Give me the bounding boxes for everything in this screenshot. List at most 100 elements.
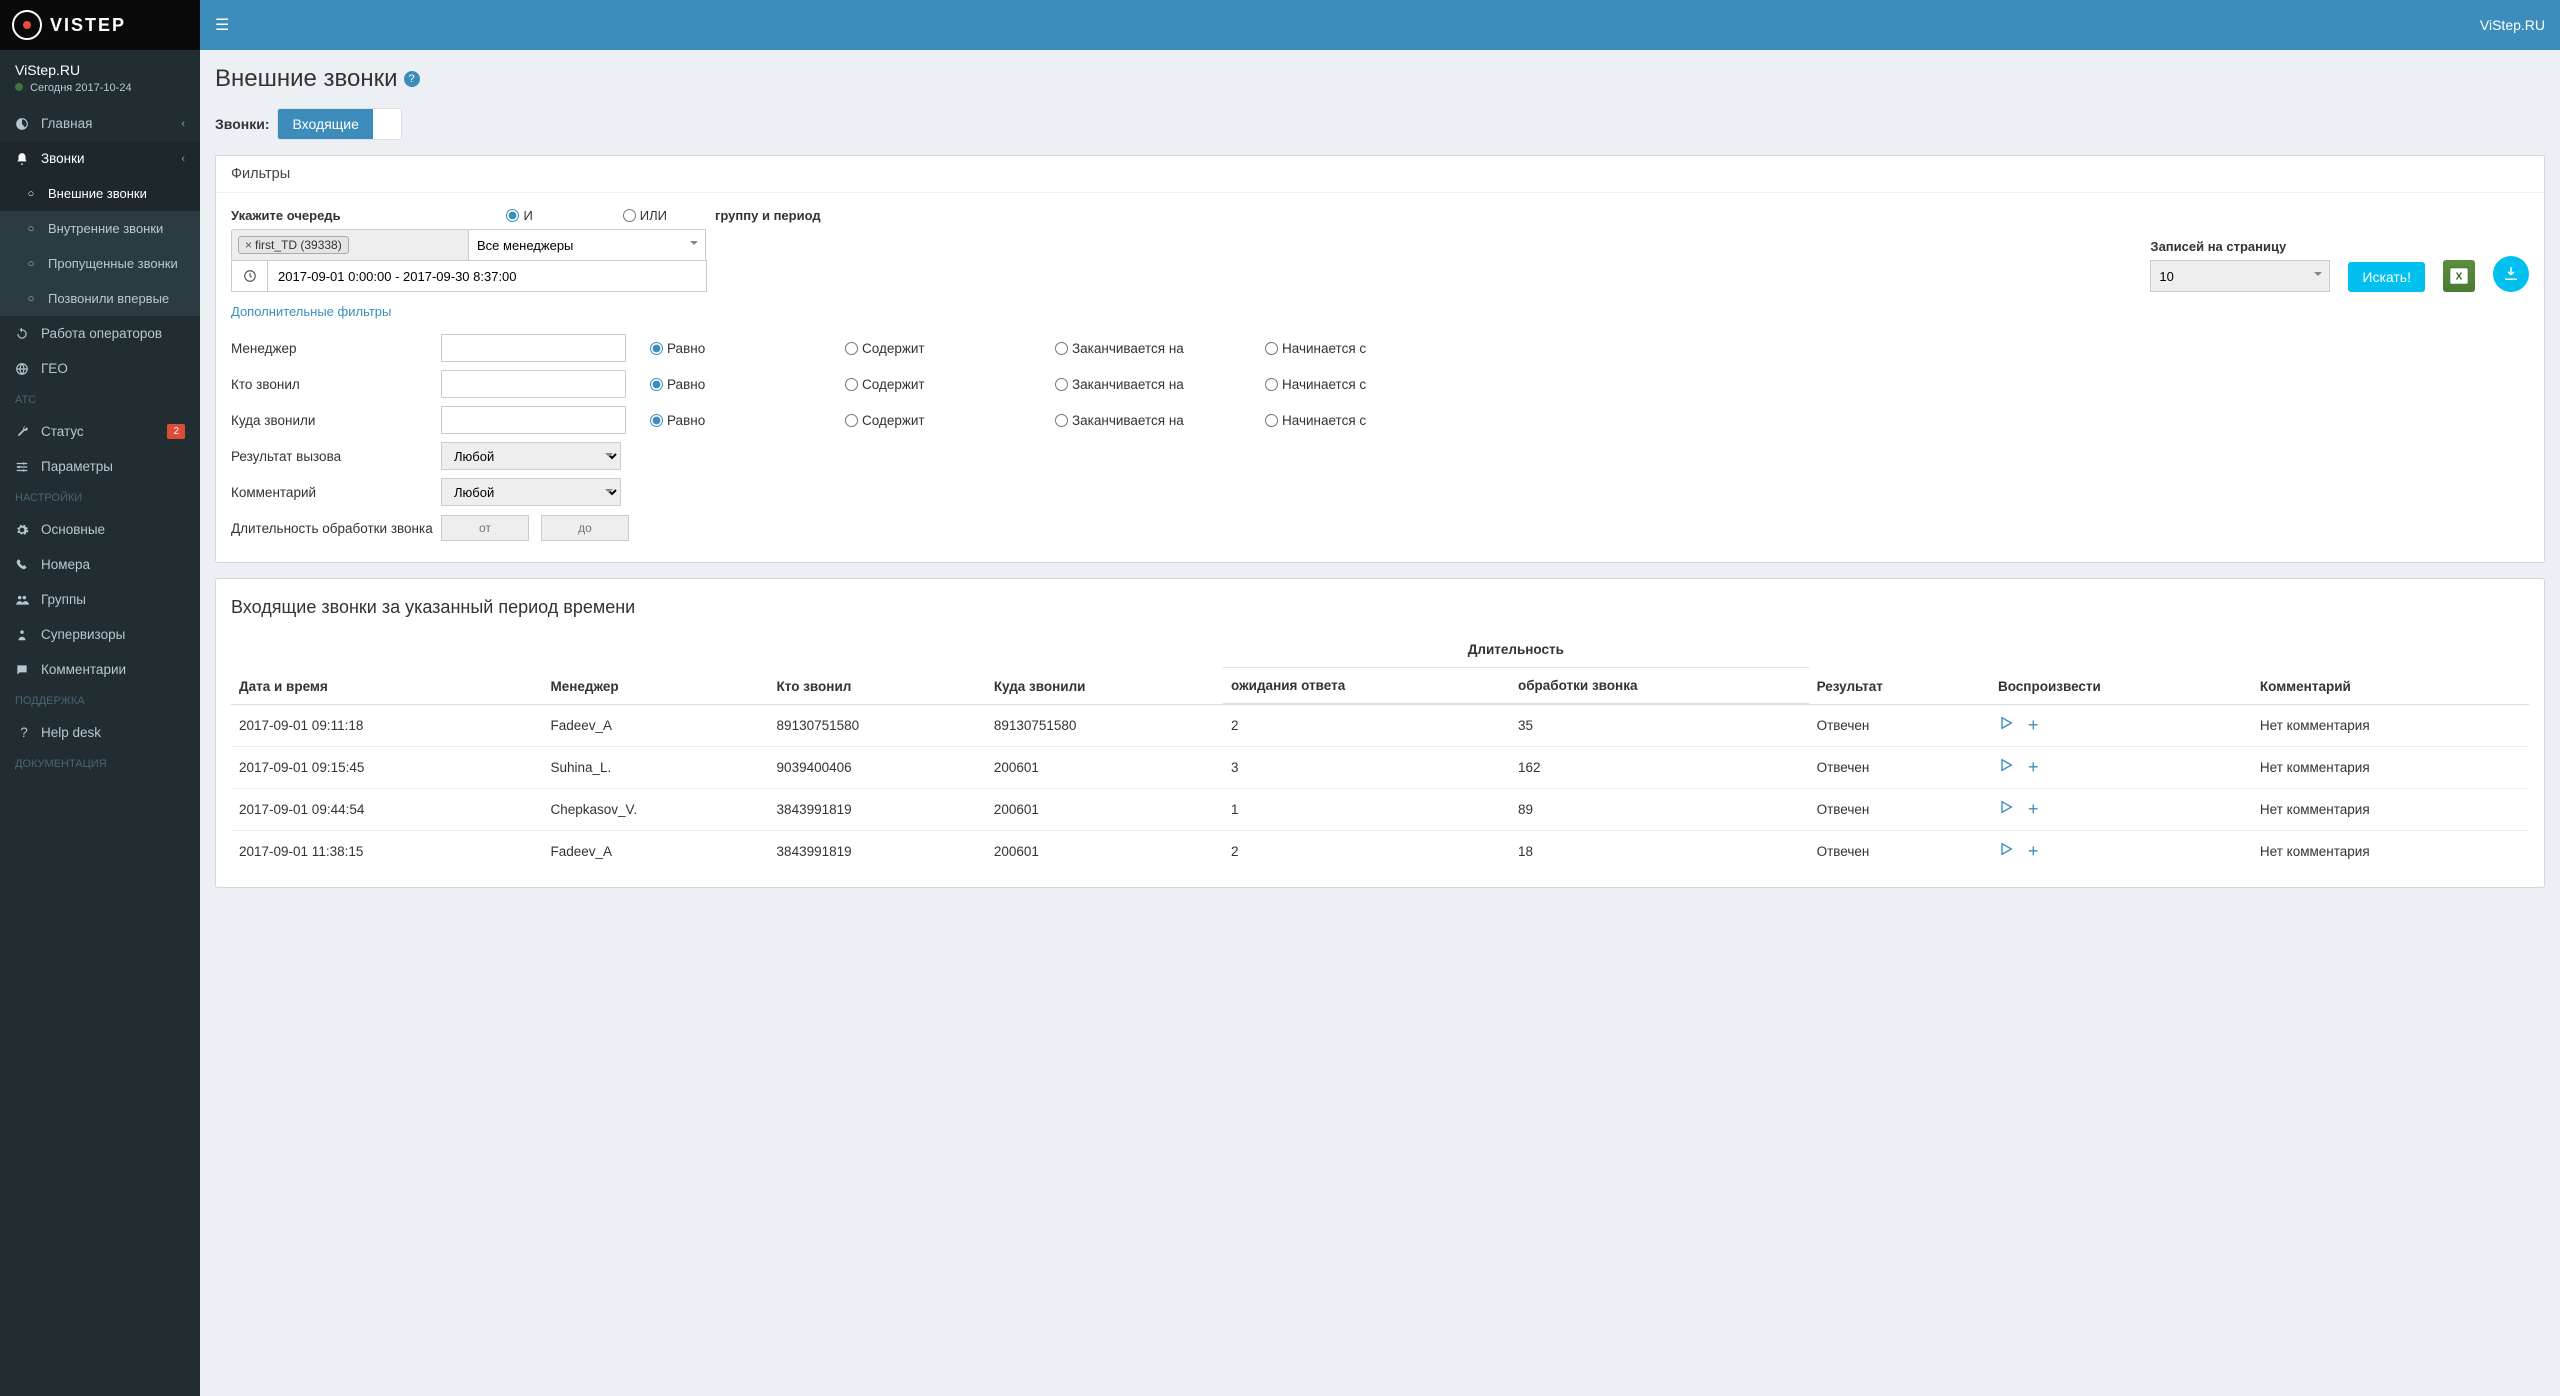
radio-or[interactable]: ИЛИ bbox=[623, 208, 667, 223]
cell-actions: + bbox=[1990, 830, 2252, 872]
sidebar-item-params[interactable]: Параметры bbox=[0, 449, 200, 484]
sidebar-item-status[interactable]: Статус 2 bbox=[0, 414, 200, 449]
filters-panel: Фильтры Укажите очередь И bbox=[215, 155, 2545, 563]
cell-wait: 2 bbox=[1223, 830, 1510, 872]
wrench-icon bbox=[15, 425, 33, 439]
sidebar-item-helpdesk[interactable]: ? Help desk bbox=[0, 715, 200, 750]
radio-endswith[interactable]: Заканчивается на bbox=[1055, 413, 1265, 428]
th-result[interactable]: Результат bbox=[1809, 632, 1990, 704]
plus-icon[interactable]: + bbox=[2028, 799, 2039, 820]
radio-startswith[interactable]: Начинается с bbox=[1265, 377, 1425, 392]
radio-startswith[interactable]: Начинается с bbox=[1265, 341, 1425, 356]
circle-icon: ○ bbox=[22, 293, 40, 305]
th-manager[interactable]: Менеджер bbox=[543, 632, 769, 704]
th-datetime[interactable]: Дата и время bbox=[231, 632, 543, 704]
sidebar-label: Комментарии bbox=[41, 662, 126, 677]
th-wait[interactable]: ожидания ответа bbox=[1223, 668, 1510, 705]
radio-contains[interactable]: Содержит bbox=[845, 413, 1055, 428]
sidebar-item-missed-calls[interactable]: ○ Пропущенные звонки bbox=[0, 246, 200, 281]
tag-remove-icon[interactable]: × bbox=[245, 238, 252, 252]
th-talk[interactable]: обработки звонка bbox=[1510, 668, 1809, 705]
search-button[interactable]: Искать! bbox=[2348, 262, 2425, 292]
radio-equals[interactable]: Равно bbox=[650, 341, 845, 356]
cell-talk: 89 bbox=[1510, 788, 1809, 830]
radio-endswith[interactable]: Заканчивается на bbox=[1055, 341, 1265, 356]
date-range-input[interactable] bbox=[231, 260, 707, 292]
person-icon bbox=[15, 628, 33, 642]
advanced-filters: Менеджер Равно Содержит Заканчивается на… bbox=[231, 331, 2529, 545]
af-duration-to[interactable] bbox=[541, 515, 629, 541]
radio-endswith[interactable]: Заканчивается на bbox=[1055, 377, 1265, 392]
outgoing-button[interactable] bbox=[373, 109, 401, 139]
sidebar-item-first-calls[interactable]: ○ Позвонили впервые bbox=[0, 281, 200, 316]
play-icon[interactable] bbox=[1998, 799, 2014, 815]
cell-datetime: 2017-09-01 11:38:15 bbox=[231, 830, 543, 872]
cell-result: Отвечен bbox=[1809, 788, 1990, 830]
radio-or-input[interactable] bbox=[623, 209, 636, 222]
managers-select[interactable]: Все менеджеры bbox=[468, 229, 706, 261]
af-duration-from[interactable] bbox=[441, 515, 529, 541]
logo: VISTEP bbox=[0, 0, 200, 50]
sidebar-header-support: ПОДДЕРЖКА bbox=[0, 687, 200, 715]
af-result-select[interactable]: Любой bbox=[441, 442, 621, 470]
sidebar-item-groups[interactable]: Группы bbox=[0, 582, 200, 617]
play-icon[interactable] bbox=[1998, 841, 2014, 857]
play-icon[interactable] bbox=[1998, 715, 2014, 731]
th-caller[interactable]: Кто звонил bbox=[769, 632, 986, 704]
af-comment-label: Комментарий bbox=[231, 485, 441, 500]
queue-tag-input[interactable]: × first_TD (39338) bbox=[231, 229, 469, 261]
cell-manager: Suhina_L. bbox=[543, 746, 769, 788]
sidebar-item-internal-calls[interactable]: ○ Внутренние звонки bbox=[0, 211, 200, 246]
user-panel: ViStep.RU Сегодня 2017-10-24 bbox=[0, 50, 200, 106]
advanced-filters-link[interactable]: Дополнительные фильтры bbox=[231, 304, 391, 319]
help-icon[interactable]: ? bbox=[404, 71, 420, 87]
cell-comment: Нет комментария bbox=[2252, 746, 2529, 788]
calls-label: Звонки: bbox=[215, 116, 269, 132]
sidebar-header-atc: АТС bbox=[0, 386, 200, 414]
menu-toggle-icon[interactable]: ☰ bbox=[215, 15, 229, 35]
download-icon[interactable] bbox=[2493, 256, 2529, 292]
cell-comment: Нет комментария bbox=[2252, 788, 2529, 830]
sidebar-item-supervisors[interactable]: Супервизоры bbox=[0, 617, 200, 652]
excel-export-icon[interactable]: X bbox=[2443, 260, 2475, 292]
af-caller-input[interactable] bbox=[441, 370, 626, 398]
sidebar-item-basic[interactable]: Основные bbox=[0, 512, 200, 547]
sidebar-item-calls[interactable]: Звонки ‹ bbox=[0, 141, 200, 176]
cell-talk: 35 bbox=[1510, 704, 1809, 746]
cell-actions: + bbox=[1990, 746, 2252, 788]
sidebar-item-comments[interactable]: Комментарии bbox=[0, 652, 200, 687]
sidebar-item-geo[interactable]: ГЕО bbox=[0, 351, 200, 386]
sidebar-item-numbers[interactable]: Номера bbox=[0, 547, 200, 582]
plus-icon[interactable]: + bbox=[2028, 757, 2039, 778]
radio-and-input[interactable] bbox=[506, 209, 519, 222]
radio-contains[interactable]: Содержит bbox=[845, 377, 1055, 392]
af-callee-input[interactable] bbox=[441, 406, 626, 434]
users-icon bbox=[15, 593, 33, 607]
radio-and[interactable]: И bbox=[506, 208, 532, 223]
radio-contains[interactable]: Содержит bbox=[845, 341, 1055, 356]
sidebar-label: Пропущенные звонки bbox=[48, 256, 178, 271]
sidebar-item-operators[interactable]: Работа операторов bbox=[0, 316, 200, 351]
incoming-button[interactable]: Входящие bbox=[278, 109, 372, 139]
cell-comment: Нет комментария bbox=[2252, 830, 2529, 872]
sidebar-item-main[interactable]: Главная ‹ bbox=[0, 106, 200, 141]
cell-manager: Chepkasov_V. bbox=[543, 788, 769, 830]
radio-equals[interactable]: Равно bbox=[650, 377, 845, 392]
brand-right[interactable]: ViStep.RU bbox=[2480, 17, 2545, 33]
play-icon[interactable] bbox=[1998, 757, 2014, 773]
sidebar-header-settings: НАСТРОЙКИ bbox=[0, 484, 200, 512]
radio-startswith[interactable]: Начинается с bbox=[1265, 413, 1425, 428]
th-callee[interactable]: Куда звонили bbox=[986, 632, 1223, 704]
af-callee-label: Куда звонили bbox=[231, 413, 441, 428]
per-page-select[interactable]: 10 bbox=[2150, 260, 2330, 292]
plus-icon[interactable]: + bbox=[2028, 841, 2039, 862]
plus-icon[interactable]: + bbox=[2028, 715, 2039, 736]
logo-icon bbox=[12, 10, 42, 40]
af-manager-input[interactable] bbox=[441, 334, 626, 362]
status-badge: 2 bbox=[167, 424, 185, 439]
date-range-field[interactable] bbox=[268, 261, 706, 291]
cell-actions: + bbox=[1990, 704, 2252, 746]
radio-equals[interactable]: Равно bbox=[650, 413, 845, 428]
sidebar-item-external-calls[interactable]: ○ Внешние звонки bbox=[0, 176, 200, 211]
af-comment-select[interactable]: Любой bbox=[441, 478, 621, 506]
